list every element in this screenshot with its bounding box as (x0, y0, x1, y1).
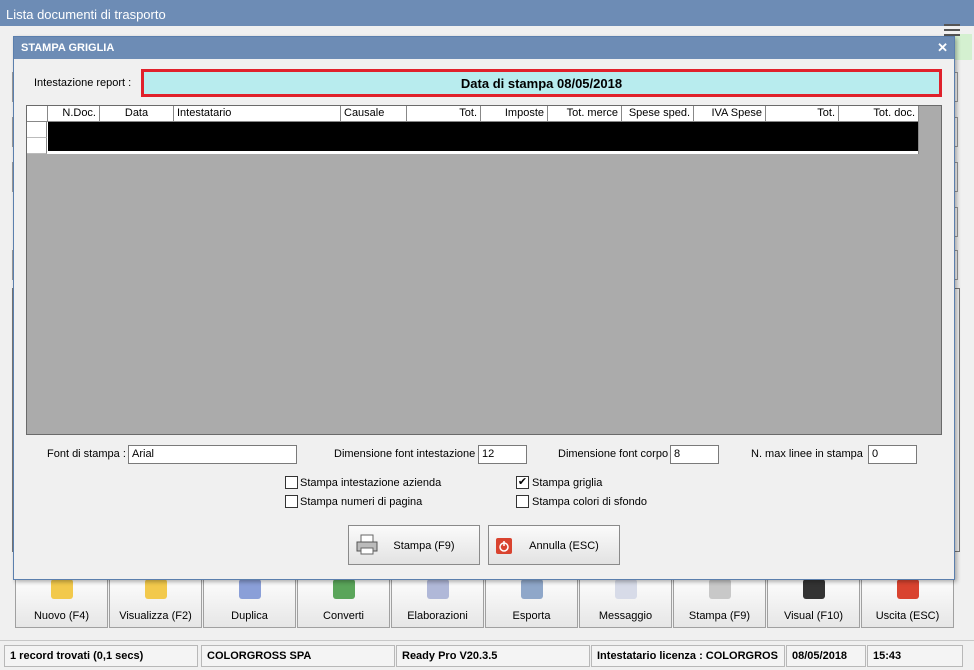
dialog-title: STAMPA GRIGLIA (21, 42, 115, 54)
row-indicator[interactable] (27, 122, 47, 138)
window-title-bar: Lista documenti di trasporto (0, 0, 974, 26)
print-grid-checkbox[interactable]: ✔ (516, 476, 529, 489)
font-input[interactable]: Arial (128, 445, 297, 464)
process-gear-icon (426, 579, 449, 599)
wand-icon (802, 579, 825, 599)
body-font-size-input[interactable]: 8 (670, 445, 719, 464)
checkmark-icon: ✔ (517, 476, 528, 488)
new-document-icon (50, 579, 73, 599)
status-bar: 1 record trovati (0,1 secs) COLORGROSS S… (0, 640, 974, 670)
status-license: Intestatario licenza : COLORGROS (591, 645, 785, 667)
new-button[interactable]: Nuovo (F4) (15, 578, 108, 628)
page-numbers-checkbox[interactable] (285, 495, 298, 508)
print-button[interactable]: Stampa (F9) (348, 525, 480, 565)
company-header-checkbox-label: Stampa intestazione azienda (300, 477, 442, 489)
export-database-icon (520, 579, 543, 599)
max-lines-input[interactable]: 0 (868, 445, 917, 464)
header-font-size-input[interactable]: 12 (478, 445, 527, 464)
preview-grid[interactable]: N.Doc. Data Intestatario Causale Tot. Im… (26, 105, 942, 435)
report-header-value: Data di stampa 08/05/2018 (460, 76, 623, 91)
column-header[interactable]: Tot. doc. (839, 106, 919, 122)
header-font-size-label: Dimensione font intestazione (334, 448, 476, 460)
message-button[interactable]: Messaggio (579, 578, 672, 628)
row-indicator-header (27, 106, 48, 122)
column-header[interactable]: N.Doc. (48, 106, 100, 122)
view-button[interactable]: Visualizza (F2) (109, 578, 202, 628)
column-header[interactable]: Tot. (766, 106, 839, 122)
convert-icon (332, 579, 355, 599)
duplicate-icon (238, 579, 261, 599)
convert-button[interactable]: Converti (297, 578, 390, 628)
company-header-checkbox[interactable] (285, 476, 298, 489)
dialog-title-bar: STAMPA GRIGLIA ✕ (14, 37, 954, 59)
column-header[interactable]: Intestatario (174, 106, 341, 122)
row-indicator[interactable] (27, 138, 47, 154)
background-colors-checkbox[interactable] (516, 495, 529, 508)
max-lines-label: N. max linee in stampa (751, 448, 863, 460)
visual-button[interactable]: Visual (F10) (767, 578, 860, 628)
page-numbers-checkbox-label: Stampa numeri di pagina (300, 496, 423, 508)
print-grid-dialog: STAMPA GRIGLIA ✕ Intestazione report : D… (13, 36, 955, 580)
font-label: Font di stampa : (47, 448, 126, 460)
status-version: Ready Pro V20.3.5 (396, 645, 590, 667)
window-title: Lista documenti di trasporto (6, 7, 166, 22)
status-date: 08/05/2018 (786, 645, 866, 667)
column-header[interactable]: Causale (341, 106, 407, 122)
status-records: 1 record trovati (0,1 secs) (4, 645, 198, 667)
column-header[interactable]: Tot. (407, 106, 481, 122)
status-company: COLORGROSS SPA (201, 645, 395, 667)
column-header[interactable]: Imposte (481, 106, 548, 122)
close-icon[interactable]: ✕ (937, 40, 948, 56)
column-header[interactable]: IVA Spese (694, 106, 766, 122)
message-pen-icon (614, 579, 637, 599)
printer-icon (708, 579, 731, 599)
view-grid-icon (144, 579, 167, 599)
hamburger-menu-icon[interactable] (944, 24, 960, 36)
column-header[interactable]: Data (100, 106, 174, 122)
processing-button[interactable]: Elaborazioni (391, 578, 484, 628)
power-exit-icon (896, 579, 919, 599)
status-time: 15:43 (867, 645, 963, 667)
exit-button[interactable]: Uscita (ESC) (861, 578, 954, 628)
report-header-field[interactable]: Data di stampa 08/05/2018 (141, 69, 942, 97)
column-header[interactable]: Spese sped. (622, 106, 694, 122)
cancel-button[interactable]: Annulla (ESC) (488, 525, 620, 565)
report-header-label: Intestazione report : (34, 77, 132, 89)
print-toolbar-button[interactable]: Stampa (F9) (673, 578, 766, 628)
body-font-size-label: Dimensione font corpo (558, 448, 669, 460)
column-header[interactable]: Tot. merce (548, 106, 622, 122)
preview-grid-table: N.Doc. Data Intestatario Causale Tot. Im… (27, 106, 919, 154)
print-grid-checkbox-label: Stampa griglia (532, 477, 603, 489)
export-button[interactable]: Esporta (485, 578, 578, 628)
duplicate-button[interactable]: Duplica (203, 578, 296, 628)
table-row[interactable] (48, 122, 918, 151)
background-colors-checkbox-label: Stampa colori di sfondo (532, 496, 647, 508)
preview-grid-header: N.Doc. Data Intestatario Causale Tot. Im… (27, 106, 919, 122)
